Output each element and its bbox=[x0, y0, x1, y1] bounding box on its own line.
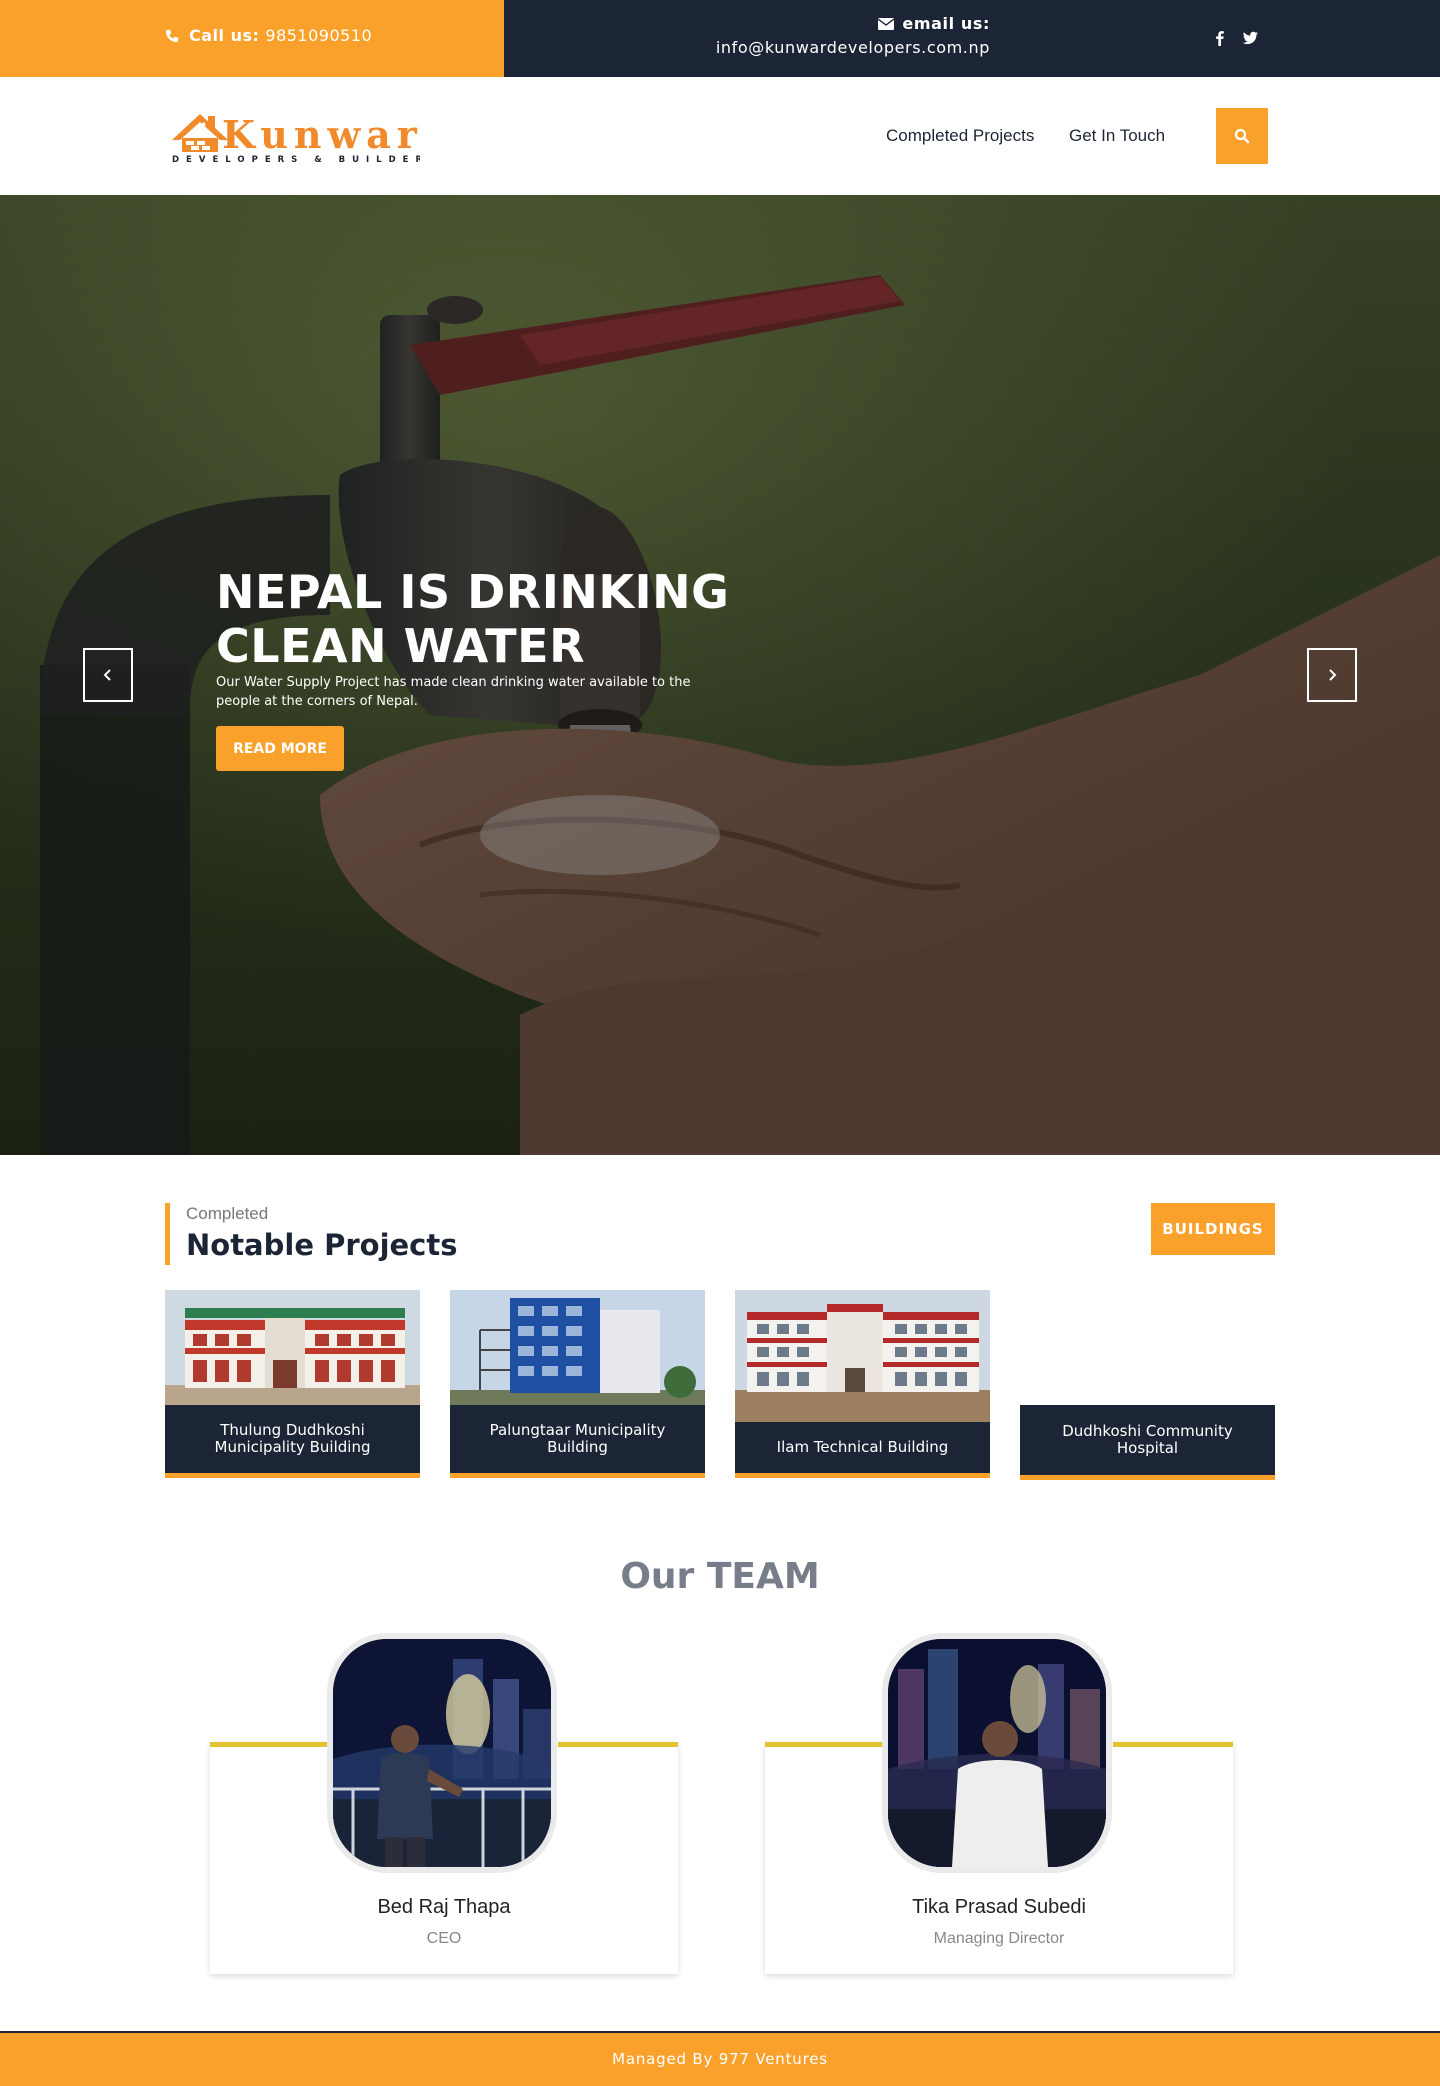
twitter-icon[interactable] bbox=[1241, 29, 1259, 47]
projects-title: Notable Projects bbox=[186, 1228, 458, 1262]
team-title: Our TEAM bbox=[620, 1556, 820, 1597]
project-card[interactable]: Dudhkoshi Community Hospital bbox=[1020, 1405, 1275, 1480]
hero-title: NEPAL IS DRINKING CLEAN WATER bbox=[216, 565, 730, 673]
call-us-block: Call us: 9851090510 bbox=[0, 0, 504, 77]
call-us-label: Call us: bbox=[189, 26, 260, 45]
project-photo bbox=[735, 1290, 990, 1422]
call-us[interactable]: Call us: 9851090510 bbox=[165, 26, 372, 45]
phone-icon bbox=[165, 29, 179, 42]
avatar bbox=[882, 1633, 1112, 1873]
project-card[interactable]: Ilam Technical Building bbox=[735, 1290, 990, 1478]
nav-get-in-touch[interactable]: Get In Touch bbox=[1069, 126, 1165, 146]
accent-bar bbox=[1113, 1742, 1233, 1747]
footer: Managed By 977 Ventures bbox=[0, 2031, 1440, 2086]
projects-heading: Completed Notable Projects bbox=[165, 1203, 458, 1265]
chevron-right-icon bbox=[1329, 669, 1337, 681]
email-block: email us: info@kunwardevelopers.com.np bbox=[650, 14, 990, 57]
project-card[interactable]: Palungtaar Municipality Building bbox=[450, 1290, 705, 1478]
member-role: CEO bbox=[426, 1930, 462, 1947]
member-role: Managing Director bbox=[933, 1930, 1065, 1947]
hero-slider: NEPAL IS DRINKING CLEAN WATER Our Water … bbox=[0, 195, 1440, 1155]
buildings-filter-button[interactable]: BUILDINGS bbox=[1151, 1203, 1275, 1255]
search-button[interactable] bbox=[1216, 108, 1268, 164]
read-more-button[interactable]: READ MORE bbox=[216, 726, 344, 771]
phone-number[interactable]: 9851090510 bbox=[265, 26, 372, 45]
chevron-left-icon bbox=[103, 669, 111, 681]
project-name: Thulung Dudhkoshi Municipality Building bbox=[165, 1405, 420, 1478]
member-name: Bed Raj Thapa bbox=[377, 1896, 511, 1918]
accent-bar bbox=[210, 1742, 330, 1747]
logo-wordmark: Kunwar bbox=[222, 112, 420, 157]
logo-tagline: DEVELOPERS & BUILDERS bbox=[172, 155, 420, 165]
nav-completed-projects[interactable]: Completed Projects bbox=[886, 126, 1034, 146]
project-name: Ilam Technical Building bbox=[735, 1422, 990, 1478]
email-label-row: email us: bbox=[650, 14, 990, 33]
member-name: Tika Prasad Subedi bbox=[912, 1896, 1086, 1918]
envelope-icon bbox=[878, 17, 895, 30]
top-bar: Call us: 9851090510 email us: info@kunwa… bbox=[0, 0, 1440, 77]
projects-subtitle: Completed bbox=[186, 1204, 269, 1223]
kunwar-logo[interactable]: Kunwar DEVELOPERS & BUILDERS bbox=[170, 96, 420, 168]
email-label: email us: bbox=[902, 14, 990, 33]
accent-bar bbox=[765, 1742, 885, 1747]
slider-prev-button[interactable] bbox=[83, 648, 133, 702]
search-icon bbox=[1234, 128, 1250, 144]
slider-next-button[interactable] bbox=[1307, 648, 1357, 702]
accent-bar bbox=[558, 1742, 678, 1747]
project-photo bbox=[165, 1290, 420, 1405]
email-address[interactable]: info@kunwardevelopers.com.np bbox=[650, 38, 990, 57]
member-photo bbox=[333, 1639, 551, 1867]
project-name: Dudhkoshi Community Hospital bbox=[1020, 1405, 1275, 1480]
member-photo bbox=[888, 1639, 1106, 1867]
project-photo bbox=[450, 1290, 705, 1405]
avatar bbox=[327, 1633, 557, 1873]
project-card[interactable]: Thulung Dudhkoshi Municipality Building bbox=[165, 1290, 420, 1478]
site-header: Kunwar DEVELOPERS & BUILDERS Completed P… bbox=[0, 77, 1440, 195]
project-name: Palungtaar Municipality Building bbox=[450, 1405, 705, 1478]
facebook-icon[interactable] bbox=[1211, 29, 1229, 47]
hero-description: Our Water Supply Project has made clean … bbox=[216, 675, 691, 709]
